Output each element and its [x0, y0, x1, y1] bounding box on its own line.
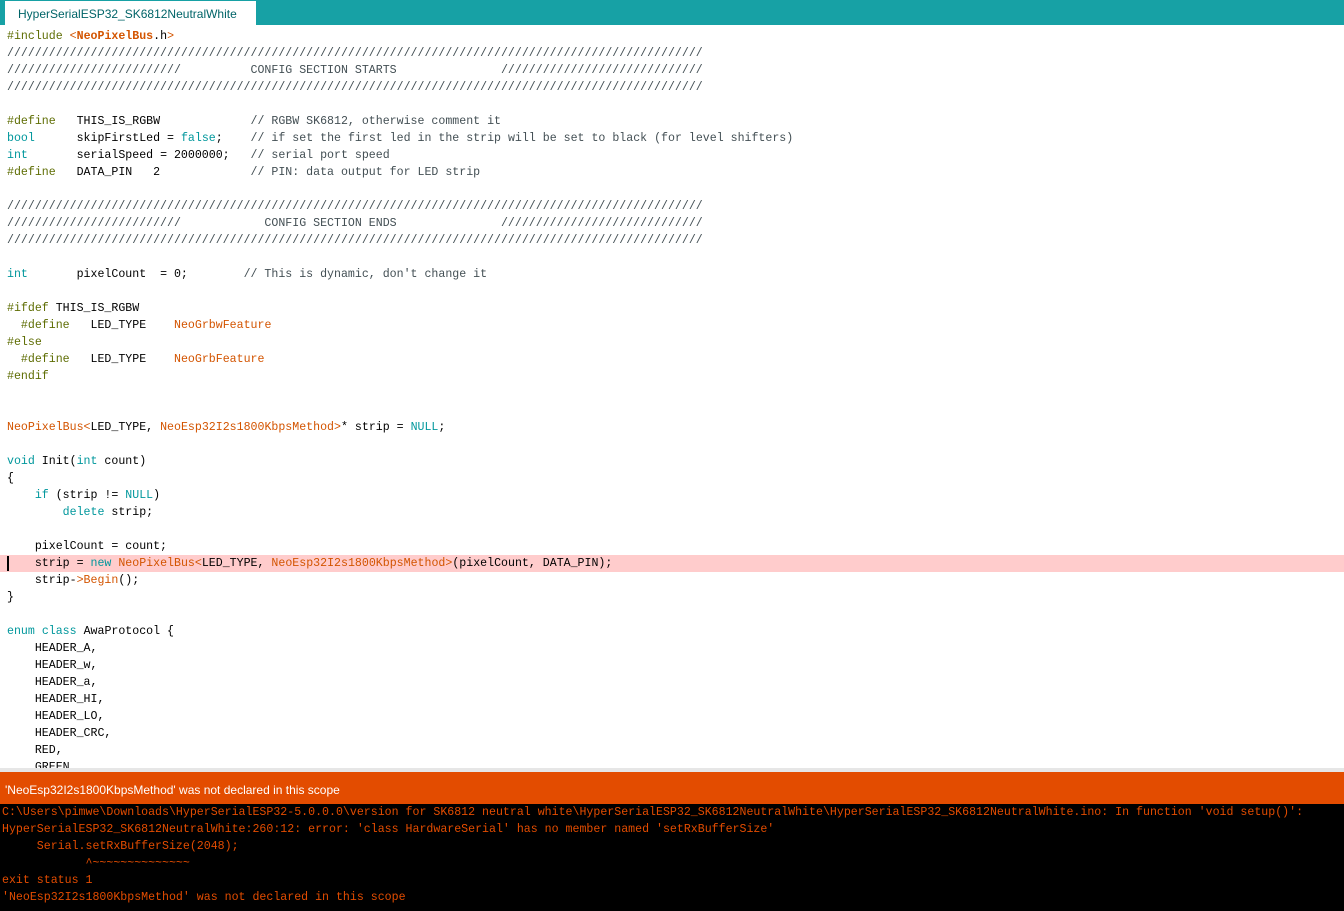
code-line-error: strip = new NeoPixelBus<LED_TYPE, NeoEsp… [0, 555, 1344, 572]
code-line: ///////////////////////// CONFIG SECTION… [7, 64, 703, 77]
console-line: exit status 1 [2, 874, 93, 887]
code-line: void Init(int count) [7, 455, 147, 468]
code-line: ​ [0, 96, 1344, 113]
error-status-bar: 'NeoEsp32I2s1800KbpsMethod' was not decl… [0, 772, 1344, 804]
code-line: ////////////////////////////////////////… [7, 81, 703, 94]
code-line: ​ [0, 606, 1344, 623]
console-line: C:\Users\pimwe\Downloads\HyperSerialESP3… [2, 806, 1304, 819]
code-line: delete strip; [62, 506, 154, 519]
tab-bar: HyperSerialESP32_SK6812NeutralWhite [0, 0, 1344, 25]
code-line: } [7, 591, 14, 604]
console-line: HyperSerialESP32_SK6812NeutralWhite:260:… [2, 823, 775, 836]
console-lines: C:\Users\pimwe\Downloads\HyperSerialESP3… [0, 804, 1344, 906]
code-line: pixelCount = count; [7, 540, 168, 553]
code-line: ​ [0, 283, 1344, 300]
console-output[interactable]: C:\Users\pimwe\Downloads\HyperSerialESP3… [0, 804, 1344, 911]
code-line: HEADER_HI, [7, 693, 105, 706]
console-line: 'NeoEsp32I2s1800KbpsMethod' was not decl… [2, 891, 406, 904]
code-line: ////////////////////////////////////////… [7, 200, 703, 213]
code-line: #endif [7, 370, 49, 383]
code-line: ​ [0, 385, 1344, 402]
code-line: #define LED_TYPE NeoGrbFeature [20, 353, 265, 366]
code-line: HEADER_CRC, [7, 727, 112, 740]
code-line: ​ [0, 181, 1344, 198]
code-line: #ifdef THIS_IS_RGBW [7, 302, 140, 315]
code-line: #else [7, 336, 42, 349]
code-line: if (strip != NULL) [34, 489, 161, 502]
text-cursor [7, 556, 9, 571]
code-line: #define DATA_PIN 2 // PIN: data output f… [7, 166, 481, 179]
code-line: RED, [7, 744, 63, 757]
code-line: NeoPixelBus<LED_TYPE, NeoEsp32I2s1800Kbp… [7, 421, 446, 434]
code-line: ​ [0, 521, 1344, 538]
code-lines: #include <NeoPixelBus.h> ////////////////… [0, 28, 1344, 768]
code-line: bool skipFirstLed = false; // if set the… [7, 132, 794, 145]
code-line: HEADER_w, [7, 659, 98, 672]
code-line: strip->Begin(); [7, 574, 140, 587]
code-line: ////////////////////////////////////////… [7, 47, 703, 60]
code-line: ////////////////////////////////////////… [7, 234, 703, 247]
code-line: GREEN, [7, 761, 77, 768]
code-line: HEADER_a, [7, 676, 98, 689]
console-line: ^~~~~~~~~~~~~~~ [2, 857, 190, 870]
code-line: ​ [0, 402, 1344, 419]
code-line: HEADER_LO, [7, 710, 105, 723]
code-editor[interactable]: #include <NeoPixelBus.h> ////////////////… [0, 25, 1344, 768]
tab-sketch[interactable]: HyperSerialESP32_SK6812NeutralWhite [5, 1, 256, 25]
code-line: ///////////////////////// CONFIG SECTION… [7, 217, 703, 230]
code-line: int serialSpeed = 2000000; // serial por… [7, 149, 390, 162]
code-line: int pixelCount = 0; // This is dynamic, … [7, 268, 488, 281]
code-line: enum class AwaProtocol { [7, 625, 175, 638]
code-line: ​ [0, 249, 1344, 266]
code-line: #define LED_TYPE NeoGrbwFeature [20, 319, 272, 332]
console-line: Serial.setRxBufferSize(2048); [2, 840, 239, 853]
code-line: #include <NeoPixelBus.h> [7, 30, 175, 43]
code-line: { [7, 472, 14, 485]
code-line: ​ [0, 436, 1344, 453]
code-line: HEADER_A, [7, 642, 98, 655]
code-line: #define THIS_IS_RGBW // RGBW SK6812, oth… [7, 115, 501, 128]
